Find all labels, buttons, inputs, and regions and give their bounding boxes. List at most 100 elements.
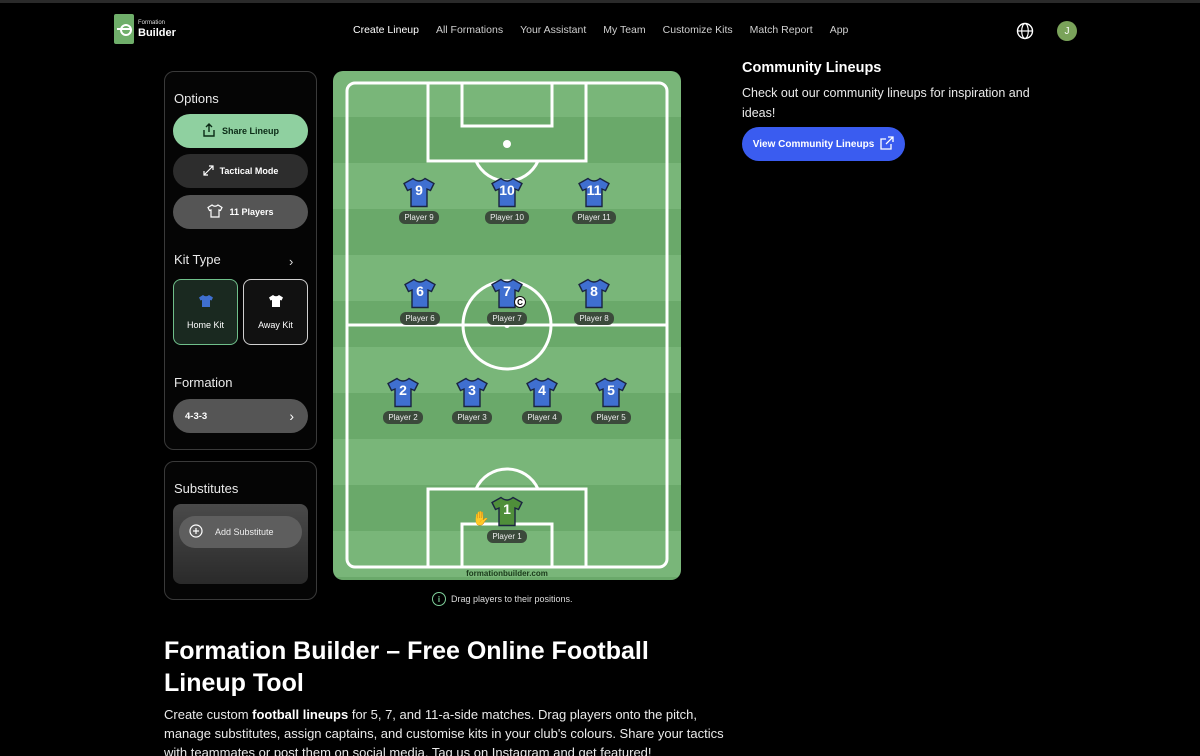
player-name: Player 10 (485, 211, 529, 224)
jersey-icon: 8 (577, 278, 611, 309)
avatar[interactable]: J (1057, 21, 1077, 41)
formation-select[interactable]: 4-3-3 › (173, 399, 308, 433)
player-number: 5 (607, 382, 615, 398)
external-link-icon (880, 135, 894, 153)
share-lineup-button[interactable]: Share Lineup (173, 114, 308, 148)
jersey-icon: 7C (490, 278, 526, 309)
player-token[interactable]: 4 Player 4 (507, 377, 577, 424)
logo-pitch-icon (114, 14, 134, 44)
formation-title: Formation (174, 375, 233, 390)
away-shirt-icon (268, 294, 284, 310)
logo[interactable]: Formation Builder (114, 14, 176, 44)
player-token[interactable]: 5 Player 5 (576, 377, 646, 424)
player-token[interactable]: 11 Player 11 (559, 177, 629, 224)
jersey-icon: 4 (525, 377, 559, 408)
player-number: 1 (503, 501, 511, 517)
player-token[interactable]: 9 Player 9 (384, 177, 454, 224)
jersey-icon: 5 (594, 377, 628, 408)
page-heading: Formation Builder – Free Online Football… (164, 637, 649, 697)
nav-your-assistant[interactable]: Your Assistant (520, 24, 586, 36)
player-token[interactable]: 3 Player 3 (437, 377, 507, 424)
player-token[interactable]: 2 Player 2 (368, 377, 438, 424)
nav-app[interactable]: App (830, 24, 849, 36)
player-count-button[interactable]: 11 Players (173, 195, 308, 229)
intro-text-bold: football lineups (252, 707, 349, 722)
globe-icon[interactable] (1016, 22, 1034, 40)
jersey-icon: 3 (455, 377, 489, 408)
drag-hint: i Drag players to their positions. (432, 592, 573, 606)
goalkeeper-gloves-icon: ✋ (472, 510, 490, 526)
substitutes-title: Substitutes (174, 481, 239, 496)
player-token[interactable]: 6 Player 6 (385, 278, 455, 325)
player-name: Player 2 (383, 411, 423, 424)
add-substitute-label: Add Substitute (215, 527, 274, 537)
drag-hint-text: Drag players to their positions. (451, 594, 573, 604)
player-name: Player 1 (487, 530, 527, 543)
logo-text-small: Formation (138, 19, 166, 26)
player-number: 11 (586, 182, 602, 198)
logo-text-big: Builder (138, 26, 176, 39)
nav-my-team[interactable]: My Team (603, 24, 645, 36)
away-kit-label: Away Kit (258, 320, 293, 330)
chevron-right-icon: › (289, 408, 294, 424)
pitch[interactable]: 9 Player 9 10 Player 10 11 Player 11 6 Player 6… (333, 71, 681, 580)
player-number: 4 (538, 382, 546, 398)
player-number: 2 (399, 382, 407, 398)
share-icon (202, 123, 216, 139)
substitutes-area: Add Substitute (173, 504, 308, 584)
tactical-mode-button[interactable]: Tactical Mode (173, 154, 308, 188)
chevron-right-icon[interactable]: › (289, 254, 293, 269)
jersey-icon: 11 (577, 177, 611, 208)
captain-badge: C (514, 296, 526, 308)
player-number: 9 (415, 182, 423, 198)
player-name: Player 3 (452, 411, 492, 424)
top-border (0, 0, 1200, 3)
player-name: Player 8 (574, 312, 614, 325)
plus-circle-icon (189, 524, 203, 540)
options-title: Options (174, 91, 219, 106)
jersey-icon: 1 ✋ (472, 496, 524, 527)
view-community-label: View Community Lineups (752, 138, 875, 150)
player-name: Player 11 (572, 211, 616, 224)
kit-type-title: Kit Type (174, 252, 221, 267)
expand-icon (202, 164, 214, 178)
main-nav: Create Lineup All Formations Your Assist… (353, 24, 865, 36)
home-shirt-icon (198, 294, 214, 310)
player-token[interactable]: 10 Player 10 (472, 177, 542, 224)
away-kit-card[interactable]: Away Kit (243, 279, 308, 345)
player-number: 8 (590, 283, 598, 299)
intro-paragraph: Create custom football lineups for 5, 7,… (164, 705, 724, 756)
player-name: Player 7 (487, 312, 527, 325)
jersey-icon: 2 (386, 377, 420, 408)
view-community-button[interactable]: View Community Lineups (742, 127, 905, 161)
share-lineup-label: Share Lineup (221, 126, 279, 136)
player-name: Player 9 (399, 211, 439, 224)
jersey-icon: 10 (490, 177, 524, 208)
player-number: 6 (416, 283, 424, 299)
nav-customize-kits[interactable]: Customize Kits (663, 24, 733, 36)
shirt-icon (207, 204, 224, 220)
community-title: Community Lineups (742, 60, 882, 76)
player-token[interactable]: 1 ✋ Player 1 (472, 496, 542, 543)
add-substitute-button[interactable]: Add Substitute (179, 516, 302, 548)
pitch-credit: formationbuilder.com (466, 569, 548, 578)
jersey-icon: 6 (403, 278, 437, 309)
nav-create-lineup[interactable]: Create Lineup (353, 24, 419, 36)
formation-value: 4-3-3 (185, 410, 208, 422)
nav-match-report[interactable]: Match Report (750, 24, 813, 36)
jersey-icon: 9 (402, 177, 436, 208)
home-kit-card[interactable]: Home Kit (173, 279, 238, 345)
community-description: Check out our community lineups for insp… (742, 86, 1030, 120)
player-token[interactable]: 8 Player 8 (559, 278, 629, 325)
tactical-mode-label: Tactical Mode (219, 166, 279, 176)
player-name: Player 6 (400, 312, 440, 325)
player-token[interactable]: 7 C Player 7 (472, 278, 542, 325)
info-icon: i (432, 592, 446, 606)
intro-text-1: Create custom (164, 707, 253, 722)
player-number: 10 (499, 182, 515, 198)
options-panel: Options Share Lineup Tactical Mode 11 Pl… (164, 71, 317, 450)
nav-all-formations[interactable]: All Formations (436, 24, 503, 36)
substitutes-panel: Substitutes Add Substitute (164, 461, 317, 600)
home-kit-label: Home Kit (186, 320, 224, 330)
player-name: Player 5 (591, 411, 631, 424)
